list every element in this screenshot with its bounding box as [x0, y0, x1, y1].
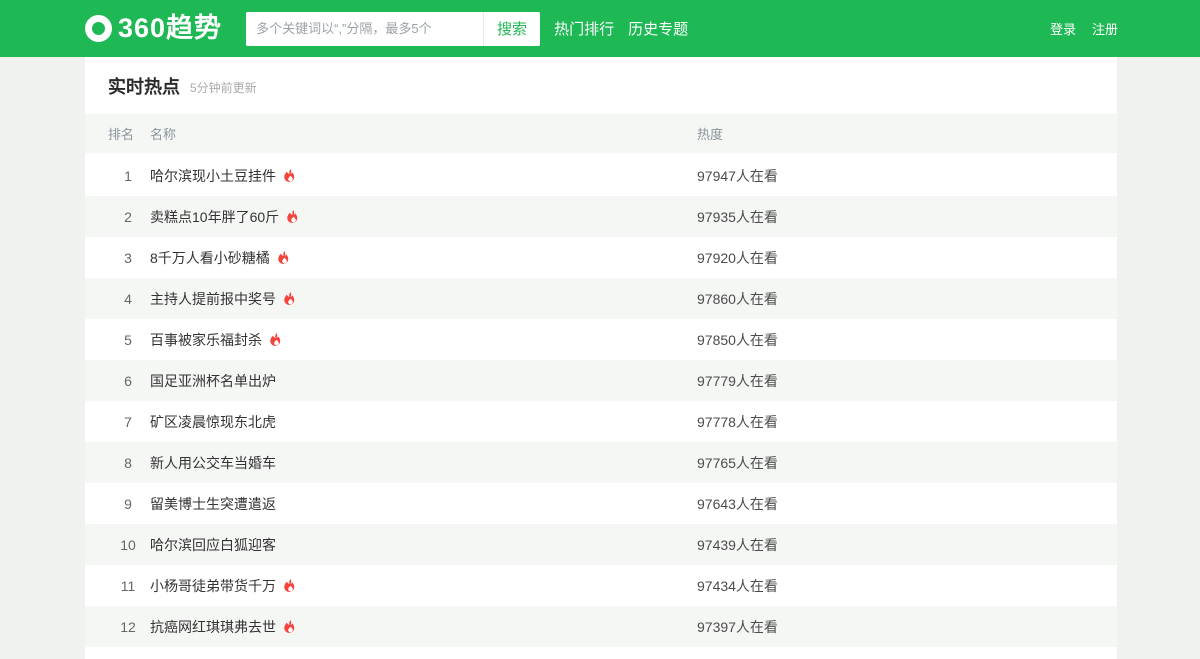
fire-icon: [284, 619, 295, 633]
name-cell: 主持人提前报中奖号: [150, 289, 697, 309]
360-logo-icon: [85, 15, 112, 42]
name-cell: 哈尔滨现小土豆挂件: [150, 166, 697, 186]
rank-cell: 8: [124, 454, 132, 471]
name-cell: 8千万人看小砂糖橘: [150, 248, 697, 268]
rank-cell: 10: [120, 536, 136, 553]
table-row: 3 8千万人看小砂糖橘 97920人在看: [85, 237, 1117, 278]
brand-logo[interactable]: 360趋势: [85, 15, 222, 42]
heat-cell: 97778人在看: [697, 413, 778, 430]
topic-link[interactable]: 新人用公交车当婚车: [150, 453, 276, 473]
nav-hot-ranking[interactable]: 热门排行: [554, 18, 614, 39]
fire-icon: [287, 209, 298, 223]
topic-link[interactable]: 矿区凌晨惊现东北虎: [150, 412, 276, 432]
fire-icon: [284, 578, 295, 592]
heat-cell: 97439人在看: [697, 536, 778, 553]
heat-cell: 97765人在看: [697, 454, 778, 471]
topic-link[interactable]: 百事被家乐福封杀: [150, 330, 262, 350]
heat-cell: 97935人在看: [697, 208, 778, 225]
rank-cell: 7: [124, 413, 132, 430]
nav-history-topics[interactable]: 历史专题: [628, 18, 688, 39]
name-cell: 抗癌网红琪琪弗去世: [150, 617, 697, 637]
fire-icon: [278, 250, 289, 264]
name-cell: 小杨哥徒弟带货千万: [150, 576, 697, 596]
table-row: 12 抗癌网红琪琪弗去世 97397人在看: [85, 606, 1117, 647]
name-cell: 留美博士生突遭遣返: [150, 494, 697, 514]
topic-link[interactable]: 8千万人看小砂糖橘: [150, 248, 270, 268]
rank-cell: 12: [120, 618, 136, 635]
table-header: 排名 名称 热度: [85, 114, 1117, 153]
rank-cell: 1: [124, 167, 132, 184]
topic-link[interactable]: 哈尔滨现小土豆挂件: [150, 166, 276, 186]
table-row: 5 百事被家乐福封杀 97850人在看: [85, 319, 1117, 360]
card-header: 实时热点 5分钟前更新: [85, 57, 1117, 114]
name-cell: 矿区凌晨惊现东北虎: [150, 412, 697, 432]
search-button[interactable]: 搜索: [483, 11, 541, 46]
topic-link[interactable]: 留美博士生突遭遣返: [150, 494, 276, 514]
heat-cell: 97860人在看: [697, 290, 778, 307]
heat-cell: 97434人在看: [697, 577, 778, 594]
table-row: 11 小杨哥徒弟带货千万 97434人在看: [85, 565, 1117, 606]
heat-cell: 97947人在看: [697, 167, 778, 184]
table-row: 10 哈尔滨回应白狐迎客 97439人在看: [85, 524, 1117, 565]
topic-link[interactable]: 哈尔滨回应白狐迎客: [150, 535, 276, 555]
register-link[interactable]: 注册: [1092, 19, 1118, 38]
rank-cell: 5: [124, 331, 132, 348]
rank-cell: 3: [124, 249, 132, 266]
search-bar: 搜索: [246, 11, 541, 46]
name-cell: 卖糕点10年胖了60斤: [150, 207, 697, 227]
table-row: 8 新人用公交车当婚车 97765人在看: [85, 442, 1117, 483]
page-title: 实时热点: [108, 76, 180, 97]
rank-cell: 4: [124, 290, 132, 307]
heat-cell: 97779人在看: [697, 372, 778, 389]
heat-cell: 97920人在看: [697, 249, 778, 266]
topic-link[interactable]: 抗癌网红琪琪弗去世: [150, 617, 276, 637]
fire-icon: [284, 291, 295, 305]
updated-label: 5分钟前更新: [190, 80, 257, 95]
login-link[interactable]: 登录: [1050, 19, 1076, 38]
rank-cell: 11: [120, 577, 136, 594]
rank-cell: 2: [124, 208, 132, 225]
table-row: 1 哈尔滨现小土豆挂件 97947人在看: [85, 155, 1117, 196]
column-header-name: 名称: [150, 127, 177, 142]
table-row: 7 矿区凌晨惊现东北虎 97778人在看: [85, 401, 1117, 442]
rank-cell: 6: [124, 372, 132, 389]
auth-links: 登录 注册: [1034, 0, 1118, 57]
table-row: 2 卖糕点10年胖了60斤 97935人在看: [85, 196, 1117, 237]
brand-logo-text: 360趋势: [118, 13, 223, 43]
table-row: 4 主持人提前报中奖号 97860人在看: [85, 278, 1117, 319]
topic-link[interactable]: 国足亚洲杯名单出炉: [150, 371, 276, 391]
heat-cell: 97643人在看: [697, 495, 778, 512]
table-row: 6 国足亚洲杯名单出炉 97779人在看: [85, 360, 1117, 401]
topic-link[interactable]: 主持人提前报中奖号: [150, 289, 276, 309]
name-cell: 哈尔滨回应白狐迎客: [150, 535, 697, 555]
rank-cell: 9: [124, 495, 132, 512]
heat-cell: 97850人在看: [697, 331, 778, 348]
topic-link[interactable]: 卖糕点10年胖了60斤: [150, 207, 279, 227]
hot-list: 1 哈尔滨现小土豆挂件 97947人在看 2 卖糕点10年胖了60斤 97935…: [85, 155, 1117, 647]
name-cell: 国足亚洲杯名单出炉: [150, 371, 697, 391]
name-cell: 新人用公交车当婚车: [150, 453, 697, 473]
fire-icon: [284, 168, 295, 182]
table-row: 9 留美博士生突遭遣返 97643人在看: [85, 483, 1117, 524]
name-cell: 百事被家乐福封杀: [150, 330, 697, 350]
logo-dot-icon: [102, 32, 109, 39]
column-header-rank: 排名: [108, 127, 135, 142]
main-nav: 热门排行 历史专题: [540, 18, 688, 39]
hot-list-card: 实时热点 5分钟前更新 排名 名称 热度 1 哈尔滨现小土豆挂件 97947人在…: [85, 57, 1117, 659]
search-input[interactable]: [246, 11, 484, 46]
heat-cell: 97397人在看: [697, 618, 778, 635]
top-navbar: 360趋势 搜索 热门排行 历史专题 登录 注册: [0, 0, 1200, 57]
topic-link[interactable]: 小杨哥徒弟带货千万: [150, 576, 276, 596]
fire-icon: [270, 332, 281, 346]
column-header-heat: 热度: [697, 127, 724, 142]
